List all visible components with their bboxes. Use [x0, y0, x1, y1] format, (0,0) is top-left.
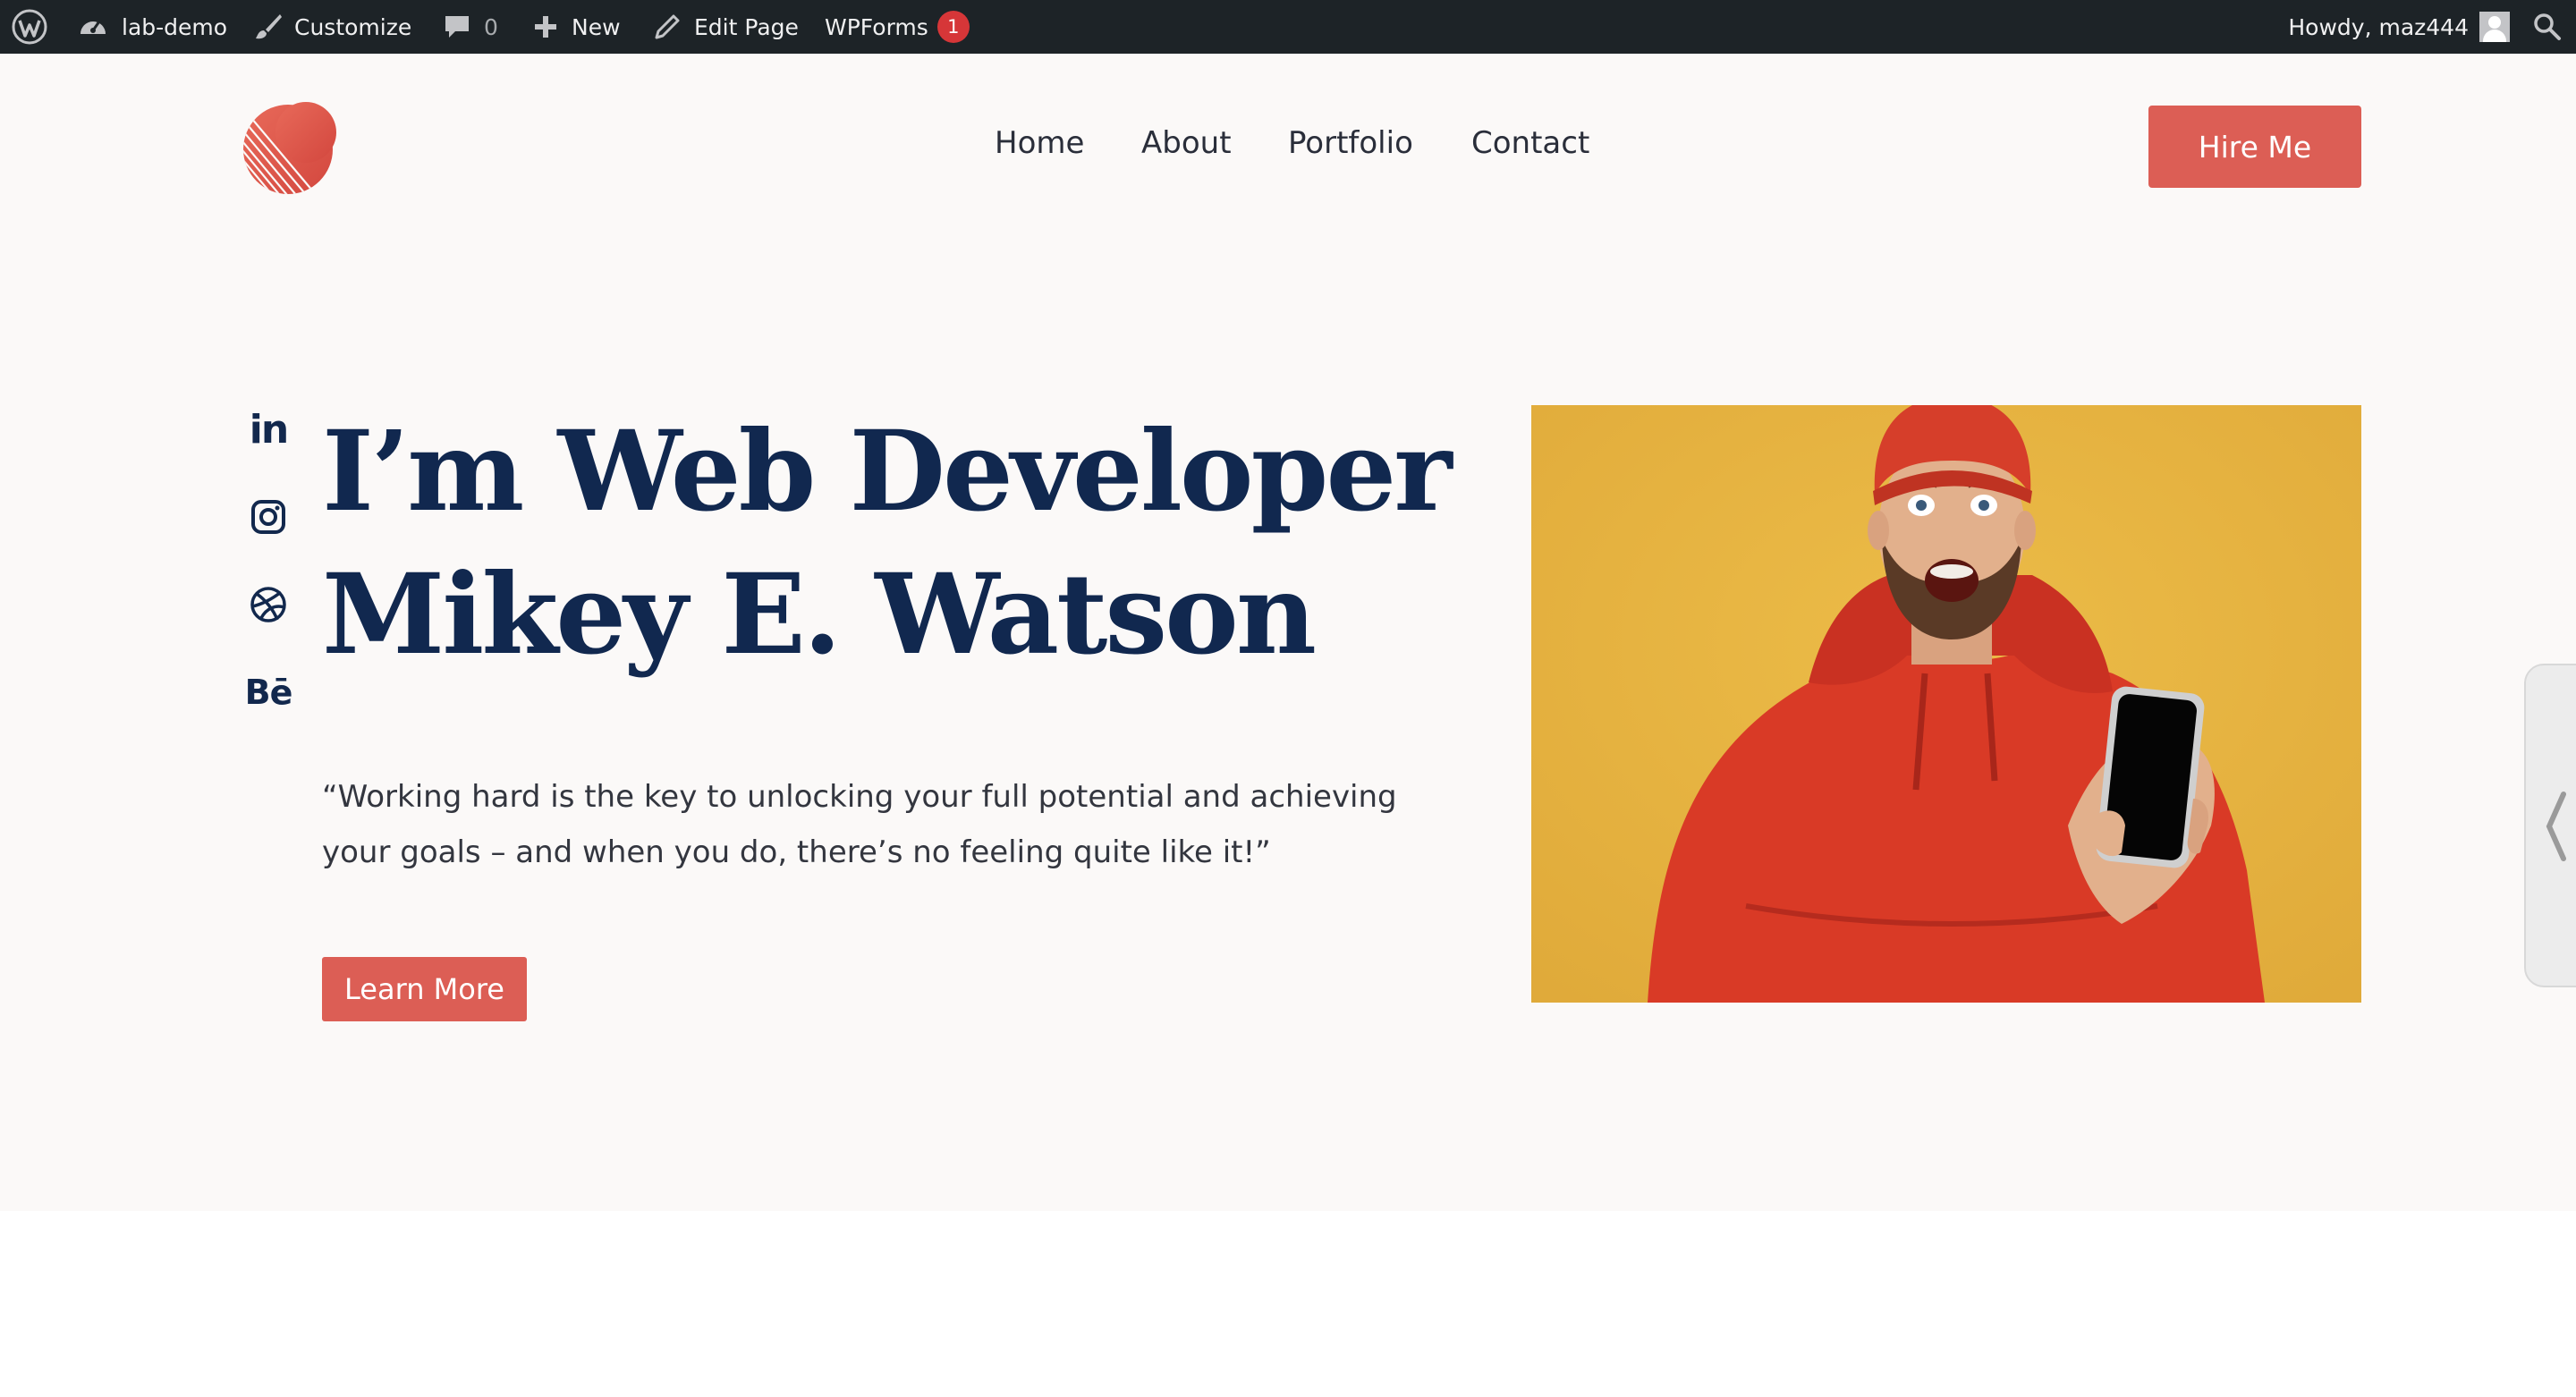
- wpforms-notification-badge: 1: [936, 11, 970, 43]
- edit-page-label: Edit Page: [694, 13, 799, 40]
- wpforms-label: WPForms: [825, 13, 928, 40]
- customize-link[interactable]: Customize: [253, 0, 411, 54]
- chevron-left-icon: [2542, 791, 2569, 867]
- new-content-menu[interactable]: New: [532, 0, 621, 54]
- new-label: New: [572, 13, 621, 40]
- paintbrush-icon: [253, 12, 284, 42]
- hire-me-button[interactable]: Hire Me: [2148, 106, 2361, 188]
- hero-heading: I’m Web Developer Mikey E. Watson: [322, 401, 1485, 687]
- customize-label: Customize: [294, 13, 412, 40]
- hero-photo: [1531, 405, 2361, 1003]
- nav-item-about[interactable]: About: [1141, 125, 1232, 161]
- pencil-icon: [653, 13, 682, 41]
- learn-more-button[interactable]: Learn More: [322, 957, 527, 1021]
- side-panel-toggle[interactable]: [2524, 664, 2576, 987]
- dashboard-gauge-icon: [77, 11, 109, 43]
- plus-icon: [532, 13, 559, 40]
- dribbble-icon[interactable]: [243, 580, 293, 630]
- hero-heading-line-2: Mikey E. Watson: [322, 550, 1317, 680]
- edit-page-link[interactable]: Edit Page: [653, 0, 799, 54]
- site-page: Home About Portfolio Contact Hire Me in: [0, 54, 2576, 1211]
- search-icon[interactable]: [2531, 11, 2563, 43]
- nav-item-portfolio[interactable]: Portfolio: [1288, 125, 1413, 161]
- site-name-label: lab-demo: [122, 13, 228, 40]
- user-avatar: [2479, 12, 2510, 42]
- howdy-label: Howdy, maz444: [2288, 13, 2469, 40]
- my-account-menu[interactable]: Howdy, maz444: [2288, 0, 2510, 54]
- comments-count: 0: [484, 13, 498, 40]
- wp-admin-bar: lab-demo Customize 0 New Edit Page WPFor…: [0, 0, 2576, 54]
- linkedin-glyph: in: [249, 406, 289, 453]
- comment-bubble-icon: [443, 13, 471, 41]
- behance-icon[interactable]: Bē: [243, 667, 293, 717]
- wordpress-logo-icon[interactable]: [11, 8, 48, 46]
- site-name-menu[interactable]: lab-demo: [77, 0, 227, 54]
- instagram-icon[interactable]: [243, 492, 293, 542]
- behance-glyph: Bē: [244, 673, 293, 712]
- hero-quote: “Working hard is the key to unlocking yo…: [322, 779, 1397, 870]
- nav-item-home[interactable]: Home: [995, 125, 1084, 161]
- nav-item-contact[interactable]: Contact: [1471, 125, 1589, 161]
- hero-heading-line-1: I’m Web Developer: [322, 407, 1453, 537]
- wpforms-menu[interactable]: WPForms 1: [825, 0, 970, 54]
- linkedin-icon[interactable]: in: [243, 404, 293, 454]
- comments-link[interactable]: 0: [443, 0, 498, 54]
